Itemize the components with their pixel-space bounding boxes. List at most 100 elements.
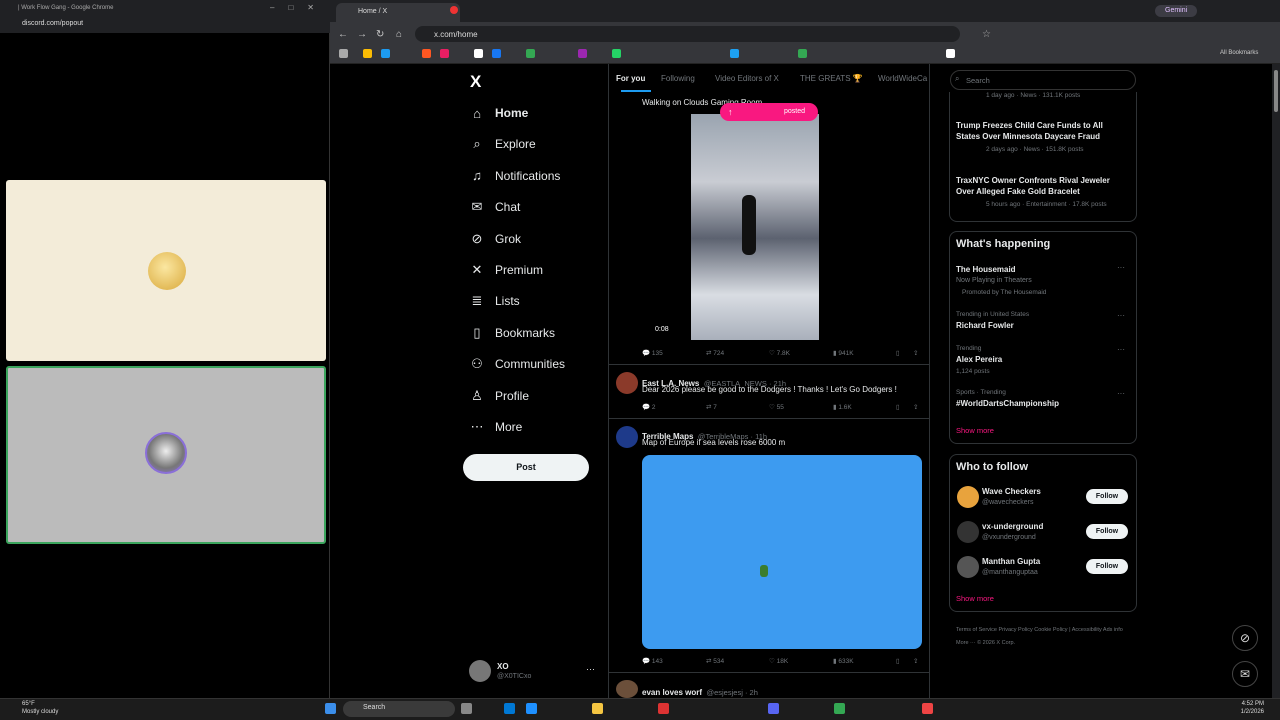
taskview-icon[interactable] [461, 703, 472, 714]
posted-pill[interactable]: posted [720, 103, 818, 121]
follow-button[interactable]: Follow [1086, 559, 1128, 574]
avatar[interactable] [957, 486, 979, 508]
follow-name[interactable]: Wave Checkers [982, 487, 1041, 496]
show-more-link[interactable]: Show more [956, 426, 994, 435]
bookmark-icon[interactable]: ▯ [896, 349, 900, 357]
post-image-map[interactable] [642, 455, 922, 649]
like-count[interactable]: ♡ 18K [769, 657, 788, 665]
tab-worldwideca[interactable]: WorldWideCa [878, 74, 927, 83]
sidebar-item-bookmarks[interactable]: ▯ Bookmarks [470, 320, 555, 346]
bookmark-icon[interactable] [946, 49, 955, 58]
tab-close-icon[interactable] [450, 6, 458, 14]
chrome-icon[interactable] [834, 703, 845, 714]
sidebar-item-profile[interactable]: ♙ Profile [470, 383, 529, 409]
tab-for-you[interactable]: For you [616, 74, 645, 83]
bookmark-icon[interactable] [422, 49, 431, 58]
app-icon[interactable] [504, 703, 515, 714]
forward-icon[interactable]: → [357, 29, 367, 40]
apps-icon[interactable] [339, 49, 348, 58]
bookmark-icon[interactable]: ▯ [896, 657, 900, 665]
follow-button[interactable]: Follow [1086, 489, 1128, 504]
follow-button[interactable]: Follow [1086, 524, 1128, 539]
video-tile-2[interactable] [6, 366, 326, 544]
address-bar[interactable]: x.com/home [415, 26, 960, 42]
bookmark-icon[interactable] [578, 49, 587, 58]
share-icon[interactable]: ⇪ [913, 657, 918, 665]
chrome-icon[interactable] [922, 703, 933, 714]
grok-icon[interactable]: ⊘ [1232, 625, 1258, 651]
more-icon[interactable]: ··· [1117, 263, 1125, 272]
share-icon[interactable]: ⇪ [913, 403, 918, 411]
bookmark-icon[interactable] [381, 49, 390, 58]
app-icon[interactable] [658, 703, 669, 714]
bookmark-icon[interactable] [612, 49, 621, 58]
avatar[interactable] [616, 372, 638, 394]
system-clock[interactable]: 4:52 PM 1/2/2026 [1234, 700, 1264, 716]
avatar[interactable] [616, 680, 638, 698]
tab-video-editors[interactable]: Video Editors of X [715, 74, 779, 83]
discord-icon[interactable] [768, 703, 779, 714]
more-icon[interactable]: ··· [1117, 389, 1125, 398]
mail-icon[interactable]: ✉ [1232, 661, 1258, 687]
tab-the-greats[interactable]: THE GREATS 🏆 [800, 74, 863, 83]
avatar[interactable] [616, 426, 638, 448]
post-button[interactable]: Post [463, 454, 589, 481]
bookmark-icon[interactable] [440, 49, 449, 58]
scrollbar-thumb[interactable] [1274, 70, 1278, 112]
trend-title[interactable]: #WorldDartsChampionship [956, 399, 1059, 408]
bookmark-icon[interactable] [798, 49, 807, 58]
tab-home-x[interactable]: Home / X [336, 3, 460, 22]
view-count[interactable]: ▮ 1.6K [833, 403, 852, 411]
video-tile-1[interactable] [6, 180, 326, 361]
sidebar-item-home[interactable]: ⌂ Home [470, 100, 528, 126]
share-icon[interactable]: ⇪ [913, 349, 918, 357]
bookmark-icon[interactable] [492, 49, 501, 58]
more-icon[interactable]: ··· [586, 664, 595, 674]
sidebar-item-explore[interactable]: ⌕ Explore [470, 131, 535, 157]
reload-icon[interactable]: ↻ [376, 29, 384, 40]
trend-title[interactable]: Richard Fowler [956, 321, 1014, 330]
app-icon[interactable] [526, 703, 537, 714]
bookmark-icon[interactable]: ▯ [896, 403, 900, 411]
bookmark-icon[interactable] [363, 49, 372, 58]
news-title[interactable]: Trump Freezes Child Care Funds to All St… [956, 120, 1126, 142]
trend-title[interactable]: The Housemaid [956, 265, 1016, 274]
window-controls[interactable]: –□✕ [270, 3, 328, 12]
start-icon[interactable] [325, 703, 336, 714]
like-count[interactable]: ♡ 7.8K [769, 349, 790, 357]
view-count[interactable]: ▮ 941K [833, 349, 854, 357]
taskbar-search[interactable]: Search [343, 701, 455, 717]
sidebar-item-premium[interactable]: ✕ Premium [470, 257, 543, 283]
view-count[interactable]: ▮ 633K [833, 657, 854, 665]
follow-name[interactable]: Manthan Gupta [982, 557, 1040, 566]
home-icon[interactable]: ⌂ [396, 29, 402, 40]
news-title[interactable]: TraxNYC Owner Confronts Rival Jeweler Ov… [956, 175, 1126, 197]
weather-widget[interactable]: 65°F Mostly cloudy [22, 700, 58, 716]
x-logo-icon[interactable]: X [470, 72, 481, 92]
sidebar-item-lists[interactable]: ≣ Lists [470, 288, 520, 314]
repost-count[interactable]: ⇄ 7 [706, 403, 717, 411]
sidebar-item-chat[interactable]: ✉ Chat [470, 194, 521, 220]
search-input[interactable]: Search [950, 70, 1136, 90]
avatar[interactable] [957, 556, 979, 578]
repost-count[interactable]: ⇄ 534 [706, 657, 724, 665]
author-name[interactable]: evan loves worf [642, 688, 702, 697]
trend-title[interactable]: Alex Pereira [956, 355, 1002, 364]
like-count[interactable]: ♡ 55 [769, 403, 784, 411]
bookmark-icon[interactable] [474, 49, 483, 58]
footer-links[interactable]: Terms of Service Privacy Policy Cookie P… [956, 624, 1136, 650]
star-icon[interactable]: ☆ [982, 29, 991, 40]
account-switcher[interactable]: XO @X0TICxo ··· [469, 660, 604, 686]
show-more-link[interactable]: Show more [956, 594, 994, 603]
sidebar-item-notifications[interactable]: ♫ Notifications [470, 163, 560, 189]
sidebar-item-more[interactable]: ⋯ More [470, 414, 523, 440]
author-handle[interactable]: @esjesjesj · 2h [706, 688, 757, 697]
all-bookmarks[interactable]: All Bookmarks [1220, 50, 1258, 56]
more-icon[interactable]: ··· [1117, 345, 1125, 354]
repost-count[interactable]: ⇄ 724 [706, 349, 724, 357]
back-icon[interactable]: ← [338, 29, 348, 40]
bookmark-icon[interactable] [526, 49, 535, 58]
reply-count[interactable]: 💬 143 [642, 657, 663, 665]
bookmark-icon[interactable] [730, 49, 739, 58]
reply-count[interactable]: 💬 135 [642, 349, 663, 357]
